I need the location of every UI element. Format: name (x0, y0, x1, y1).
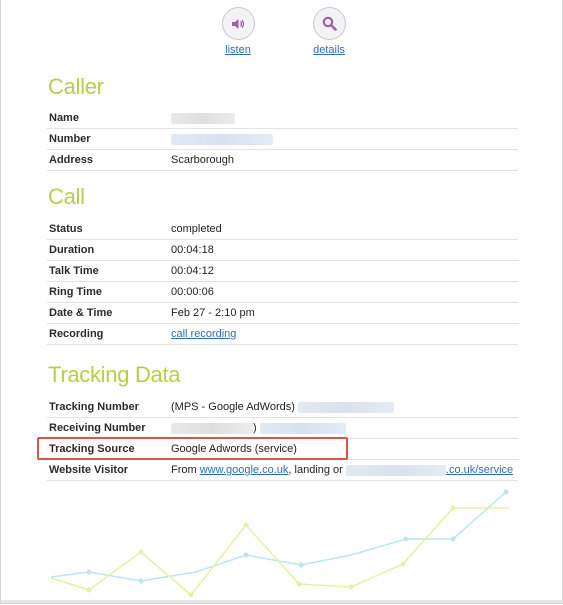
table-row: Tracking Number (MPS - Google AdWords) (47, 397, 518, 418)
visitor-middle-text: , landing or (288, 464, 343, 476)
tracking-number-value: (MPS - Google AdWords) (169, 397, 518, 418)
table-row: Duration 00:04:18 (47, 239, 518, 261)
tracking-section-title: Tracking Data (48, 362, 181, 387)
details-button[interactable] (312, 7, 346, 40)
caller-section-title: Caller (48, 74, 104, 99)
redacted-name (171, 112, 235, 124)
table-row: Name (47, 108, 518, 129)
table-row: Website Visitor From www.google.co.uk, l… (47, 459, 518, 481)
call-table: Status completed Duration 00:04:18 Talk … (47, 219, 518, 345)
talk-time-value: 00:04:12 (169, 260, 518, 282)
listen-action[interactable]: listen (208, 7, 268, 56)
talk-time-label: Talk Time (47, 260, 169, 282)
duration-label: Duration (47, 239, 169, 261)
recording-label: Recording (47, 323, 169, 345)
address-value: Scarborough (169, 149, 518, 171)
details-action[interactable]: details (299, 7, 359, 56)
landing-page-link[interactable]: .co.uk/service (446, 464, 513, 476)
table-row: Ring Time 00:00:06 (47, 281, 518, 303)
number-label: Number (47, 128, 169, 150)
ring-time-value: 00:00:06 (169, 281, 518, 303)
receiving-number-label: Receiving Number (47, 417, 169, 439)
table-row: Address Scarborough (47, 149, 518, 171)
referrer-link[interactable]: www.google.co.uk (200, 464, 289, 476)
call-recording-link[interactable]: call recording (171, 328, 236, 340)
recording-value: call recording (169, 323, 518, 345)
redacted-tracking-number (297, 401, 394, 413)
receiving-number-value: ) (169, 417, 518, 439)
table-row: Recording call recording (47, 323, 518, 345)
receiving-number-text: ) (253, 422, 257, 434)
listen-link[interactable]: listen (208, 44, 268, 56)
status-label: Status (47, 219, 169, 240)
tracking-number-text: (MPS - Google AdWords) (171, 401, 295, 413)
sparkline-blue-points (86, 489, 509, 584)
status-value: completed (169, 219, 518, 240)
website-visitor-label: Website Visitor (47, 459, 169, 481)
table-row: Receiving Number ) (47, 417, 518, 439)
redacted-receiving-number-a (171, 422, 253, 434)
sparkline-yellow-points (86, 505, 456, 598)
number-value (169, 128, 518, 150)
address-label: Address (47, 149, 169, 171)
ring-time-label: Ring Time (47, 281, 169, 303)
date-time-value: Feb 27 - 2:10 pm (169, 302, 518, 324)
search-icon (322, 16, 337, 31)
name-value (169, 108, 518, 129)
call-section-title: Call (48, 184, 85, 209)
bottom-divider (1, 600, 562, 603)
sparkline-yellow (50, 507, 509, 597)
speaker-icon (232, 18, 245, 29)
details-link[interactable]: details (299, 44, 359, 56)
decorative-sparkline (50, 489, 509, 598)
action-buttons: listen details (208, 7, 368, 62)
duration-value: 00:04:18 (169, 239, 518, 261)
tracking-source-highlight (37, 437, 348, 460)
table-row: Date & Time Feb 27 - 2:10 pm (47, 302, 518, 324)
table-row: Talk Time 00:04:12 (47, 260, 518, 282)
website-visitor-value: From www.google.co.uk, landing or .co.uk… (169, 459, 518, 481)
table-row: Number (47, 128, 518, 150)
visitor-prefix: From (171, 464, 200, 476)
call-details-panel: listen details Caller Name Number Addres… (0, 0, 563, 604)
tracking-number-label: Tracking Number (47, 397, 169, 418)
listen-button[interactable] (221, 7, 255, 40)
redacted-number (171, 133, 273, 145)
date-time-label: Date & Time (47, 302, 169, 324)
redacted-landing-domain (345, 464, 446, 476)
table-row: Status completed (47, 219, 518, 240)
redacted-receiving-number-b (259, 422, 346, 434)
name-label: Name (47, 108, 169, 129)
caller-table: Name Number Address Scarborough (47, 108, 518, 171)
